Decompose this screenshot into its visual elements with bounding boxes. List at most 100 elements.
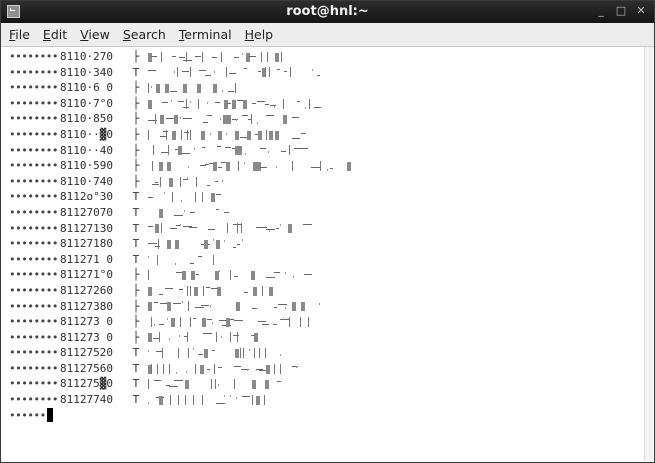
line-address: 8110·270 [59, 50, 113, 63]
line-prefix: •••••••• [9, 237, 58, 251]
garbled-glyphs [150, 316, 309, 327]
line-flag: ├ [132, 174, 140, 188]
line-prefix: •••••••• [9, 299, 58, 313]
line-address: 81127070 [59, 205, 113, 219]
terminal-line: •••••••• 8110·270 ├ [9, 49, 645, 65]
terminal-line: •••••••• 8110·6 0 ├ [9, 80, 645, 96]
garbled-glyphs [147, 82, 236, 93]
line-flag: ├ [132, 330, 140, 344]
menu-help[interactable]: Help [245, 27, 274, 42]
menu-terminal-label: erminal [184, 27, 232, 42]
title-bar[interactable]: root@hnl:~ _ □ ✕ [1, 1, 654, 23]
line-address: 81127560 [59, 361, 113, 375]
terminal-line: •••••••• 81127560 T [9, 361, 645, 377]
window-title: root@hnl:~ [286, 4, 369, 19]
terminal-line: •••••••• 8110·740 ├ [9, 174, 645, 190]
line-flag: ├ [132, 315, 140, 329]
terminal-line: •••••••• 81127520 T [9, 345, 645, 361]
terminal-line: •••••••• 8110··40 ├ [9, 143, 645, 159]
line-prefix: •••••••• [9, 252, 58, 266]
line-address: 81127260 [59, 283, 113, 297]
maximize-button[interactable]: □ [614, 4, 628, 18]
line-address: 811273 0 [59, 330, 113, 344]
garbled-glyphs [151, 160, 351, 171]
garbled-glyphs [147, 394, 265, 405]
garbled-glyphs [147, 270, 312, 281]
line-address: 8110·6 0 [59, 81, 113, 95]
close-button[interactable]: ✕ [634, 4, 648, 18]
terminal-line: •••••••• 811271°0 ├ [9, 267, 645, 283]
line-address: 81127380 [59, 299, 113, 313]
menu-view-label: iew [88, 27, 110, 42]
garbled-glyphs [147, 332, 258, 343]
garbled-glyphs [147, 363, 298, 374]
line-address: 811275▓0 [59, 377, 113, 391]
line-address: 8110··▓0 [59, 127, 113, 141]
line-address: 811271°0 [59, 268, 113, 282]
line-flag: T [132, 252, 140, 266]
menu-edit[interactable]: Edit [43, 27, 67, 42]
line-prefix: •••••••• [9, 81, 58, 95]
line-flag: T [132, 377, 140, 391]
menu-search[interactable]: Search [123, 27, 166, 42]
line-address: 81127520 [59, 346, 113, 360]
line-flag: ├ [132, 299, 140, 313]
garbled-glyphs [147, 67, 320, 78]
menu-terminal[interactable]: Terminal [179, 27, 232, 42]
line-prefix: •••••••• [9, 159, 58, 173]
line-flag: ├ [132, 268, 140, 282]
text-cursor [46, 408, 53, 423]
line-flag: T [132, 190, 140, 204]
terminal-line: •••••••• 81127180 T [9, 236, 645, 252]
garbled-glyphs [147, 379, 281, 390]
line-address: 8110·340 [59, 65, 113, 79]
garbled-glyphs [147, 98, 321, 109]
garbled-glyphs [147, 254, 214, 265]
line-prefix: •••••••• [9, 143, 58, 157]
menu-search-mnemonic: S [122, 27, 131, 42]
terminal-output[interactable]: •••••••• 8110·270 ├ •••••••• 8110·340 T ••••••… [9, 49, 645, 459]
terminal-line: •••••••• 811273 0 ├ [9, 330, 645, 346]
line-flag: ├ [132, 127, 140, 141]
menu-edit-label: dit [50, 27, 68, 42]
line-prefix: •••••••• [9, 96, 58, 110]
line-prefix: •••••••• [9, 50, 58, 63]
garbled-glyphs [147, 238, 243, 249]
line-address: 8110··40 [59, 143, 113, 157]
terminal-line: •••••••• 8110·340 T [9, 65, 645, 81]
terminal-line: •••••••• 81127070 T [9, 205, 645, 221]
garbled-glyphs [147, 51, 282, 62]
garbled-glyphs [151, 176, 223, 187]
terminal-line: •••••••• 811275▓0 T [9, 376, 645, 392]
menu-view[interactable]: View [80, 27, 110, 42]
menu-search-label: earch [130, 27, 166, 42]
line-flag: T [132, 237, 140, 251]
line-prefix: •••••••• [9, 205, 58, 219]
terminal-line: •••••••• 8110·850 ├ [9, 111, 645, 127]
line-prefix: •••••••• [9, 346, 58, 360]
menu-edit-mnemonic: E [42, 27, 51, 42]
menu-file[interactable]: File [9, 27, 30, 42]
line-flag: T [132, 346, 140, 360]
prompt-line[interactable]: •••••• [9, 408, 645, 424]
garbled-glyphs [147, 301, 320, 312]
line-prefix: •••••••• [9, 112, 58, 126]
terminal-line: •••••••• 81127740 T [9, 392, 645, 408]
line-prefix: •••••••• [9, 393, 58, 407]
line-flag: ├ [132, 159, 140, 173]
terminal-line: •••••••• 811271 0 T [9, 252, 645, 268]
line-address: 81127740 [59, 393, 113, 407]
garbled-glyphs [152, 145, 308, 156]
line-prefix: •••••••• [9, 190, 58, 204]
minimize-button[interactable]: _ [594, 4, 608, 18]
terminal-window: root@hnl:~ _ □ ✕ File Edit View Search T… [0, 0, 655, 463]
line-flag: T [132, 221, 140, 235]
line-prefix: •••••••• [9, 127, 58, 141]
terminal-line: •••••••• 81127380 ├ [9, 299, 645, 315]
line-flag: ├ [132, 50, 140, 63]
terminal-line: •••••••• 811273 0 ├ [9, 314, 645, 330]
line-flag: T [132, 393, 140, 407]
menu-bar: File Edit View Search Terminal Help [1, 23, 654, 47]
window-controls: _ □ ✕ [594, 4, 648, 18]
terminal-scrollbar[interactable] [644, 47, 653, 461]
